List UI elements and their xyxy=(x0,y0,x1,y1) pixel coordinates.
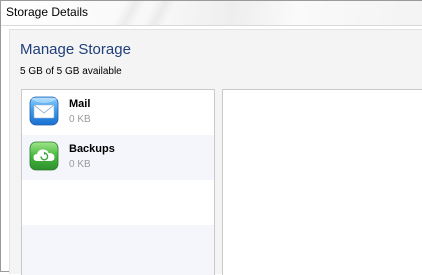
list-item-backups[interactable]: Backups 0 KB xyxy=(22,135,214,180)
storage-available-text: 5 GB of 5 GB available xyxy=(20,66,122,77)
storage-category-list[interactable]: Mail 0 KB Backups 0 KB xyxy=(21,89,215,275)
backup-icon xyxy=(29,141,59,171)
list-item-size: 0 KB xyxy=(69,159,91,170)
list-item-name: Backups xyxy=(69,143,115,155)
page-title: Manage Storage xyxy=(20,41,131,58)
window-title: Storage Details xyxy=(6,5,89,19)
mail-icon xyxy=(29,96,59,126)
storage-detail-pane xyxy=(222,89,422,275)
title-bar-glare xyxy=(142,1,178,25)
list-item-name: Mail xyxy=(69,98,91,110)
storage-details-window: Storage Details Manage Storage 5 GB of 5… xyxy=(0,0,422,275)
list-row-empty xyxy=(22,180,214,225)
list-row-empty xyxy=(22,225,214,270)
title-bar-glare xyxy=(112,1,148,25)
content-panel: Manage Storage 5 GB of 5 GB available Ma… xyxy=(9,29,422,275)
list-item-mail[interactable]: Mail 0 KB xyxy=(22,90,214,135)
list-item-size: 0 KB xyxy=(69,114,91,125)
title-bar[interactable]: Storage Details xyxy=(1,1,422,26)
